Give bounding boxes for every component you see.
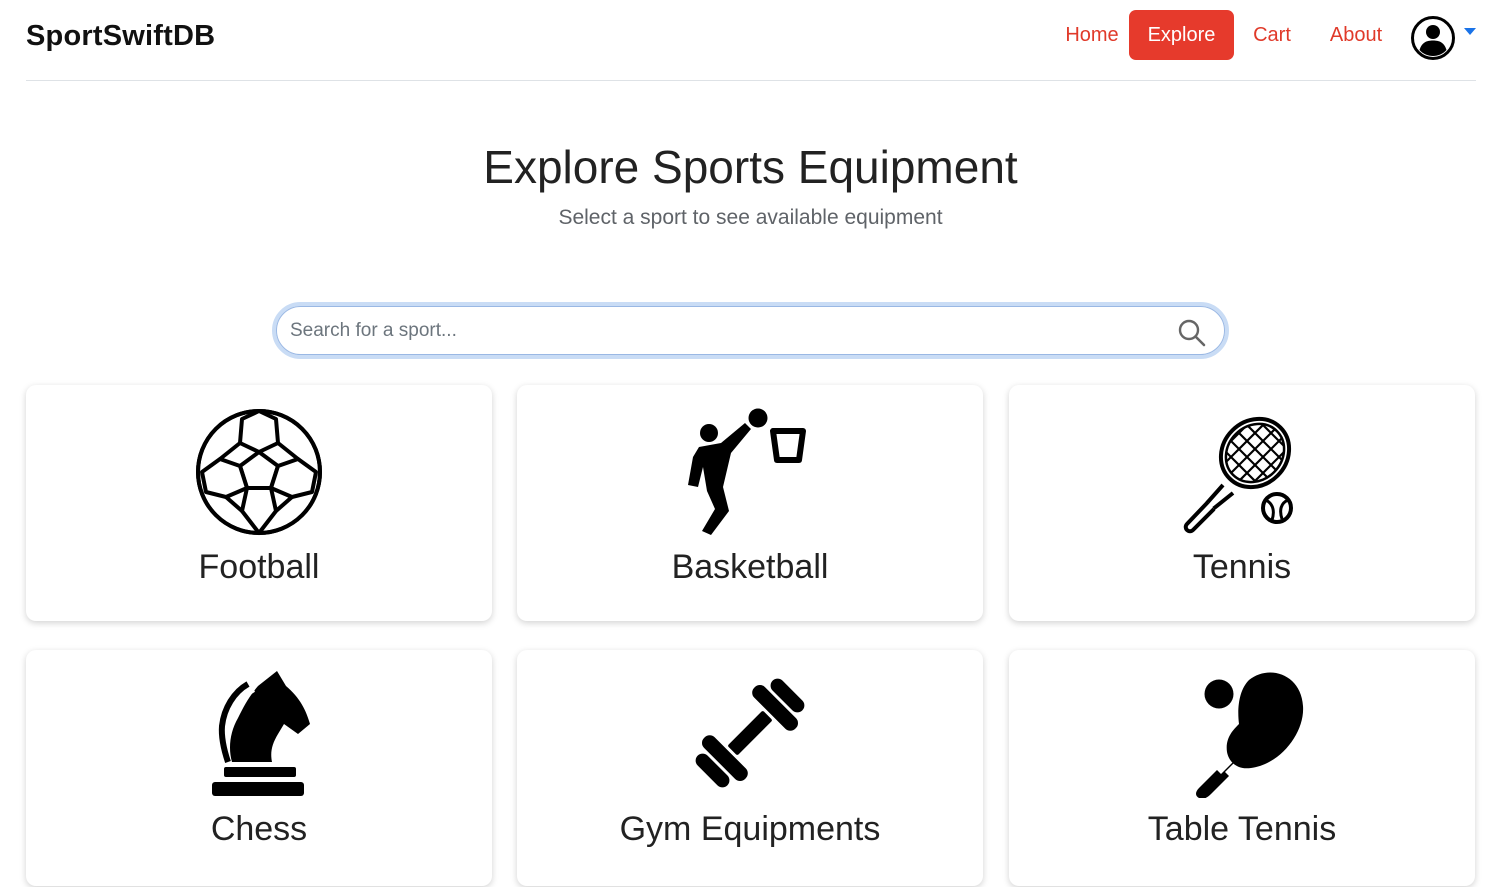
sport-label: Football — [198, 548, 320, 586]
chess-knight-icon — [212, 671, 310, 796]
dumbbell-icon — [695, 678, 805, 788]
sport-card-gym-equipments[interactable]: Gym Equipments — [517, 650, 983, 886]
search-bar — [272, 302, 1229, 359]
sport-label: Chess — [210, 810, 308, 848]
nav-link-about[interactable]: About — [1320, 10, 1392, 60]
nav-link-cart[interactable]: Cart — [1244, 10, 1300, 60]
soccer-ball-icon — [196, 409, 322, 535]
nav-link-home[interactable]: Home — [1046, 10, 1138, 60]
sport-label: Gym Equipments — [619, 810, 881, 848]
sport-card-basketball[interactable]: Basketball — [517, 385, 983, 621]
page-title: Explore Sports Equipment — [483, 141, 1018, 193]
sport-card-chess[interactable]: Chess — [26, 650, 492, 886]
navbar: SportSwiftDB Home Explore Cart About — [26, 0, 1476, 81]
sport-card-tennis[interactable]: Tennis — [1009, 385, 1475, 621]
user-circle-icon — [1411, 16, 1455, 60]
nav-link-explore[interactable]: Explore — [1129, 10, 1234, 60]
sport-card-table-tennis[interactable]: Table Tennis — [1009, 650, 1475, 886]
brand-logo[interactable]: SportSwiftDB — [26, 20, 215, 53]
search-icon[interactable] — [1177, 318, 1207, 348]
tennis-racket-icon — [1183, 411, 1297, 534]
sport-label: Basketball — [671, 548, 829, 586]
sport-label: Table Tennis — [1147, 810, 1337, 848]
page-subtitle: Select a sport to see available equipmen… — [558, 206, 943, 229]
search-input[interactable] — [276, 306, 1225, 355]
basketball-player-icon — [688, 408, 806, 535]
ping-pong-paddle-icon — [1196, 672, 1304, 798]
sport-label: Tennis — [1192, 548, 1292, 586]
profile-dropdown[interactable] — [1408, 13, 1478, 63]
caret-down-icon[interactable] — [1464, 28, 1476, 35]
sport-card-football[interactable]: Football — [26, 385, 492, 621]
